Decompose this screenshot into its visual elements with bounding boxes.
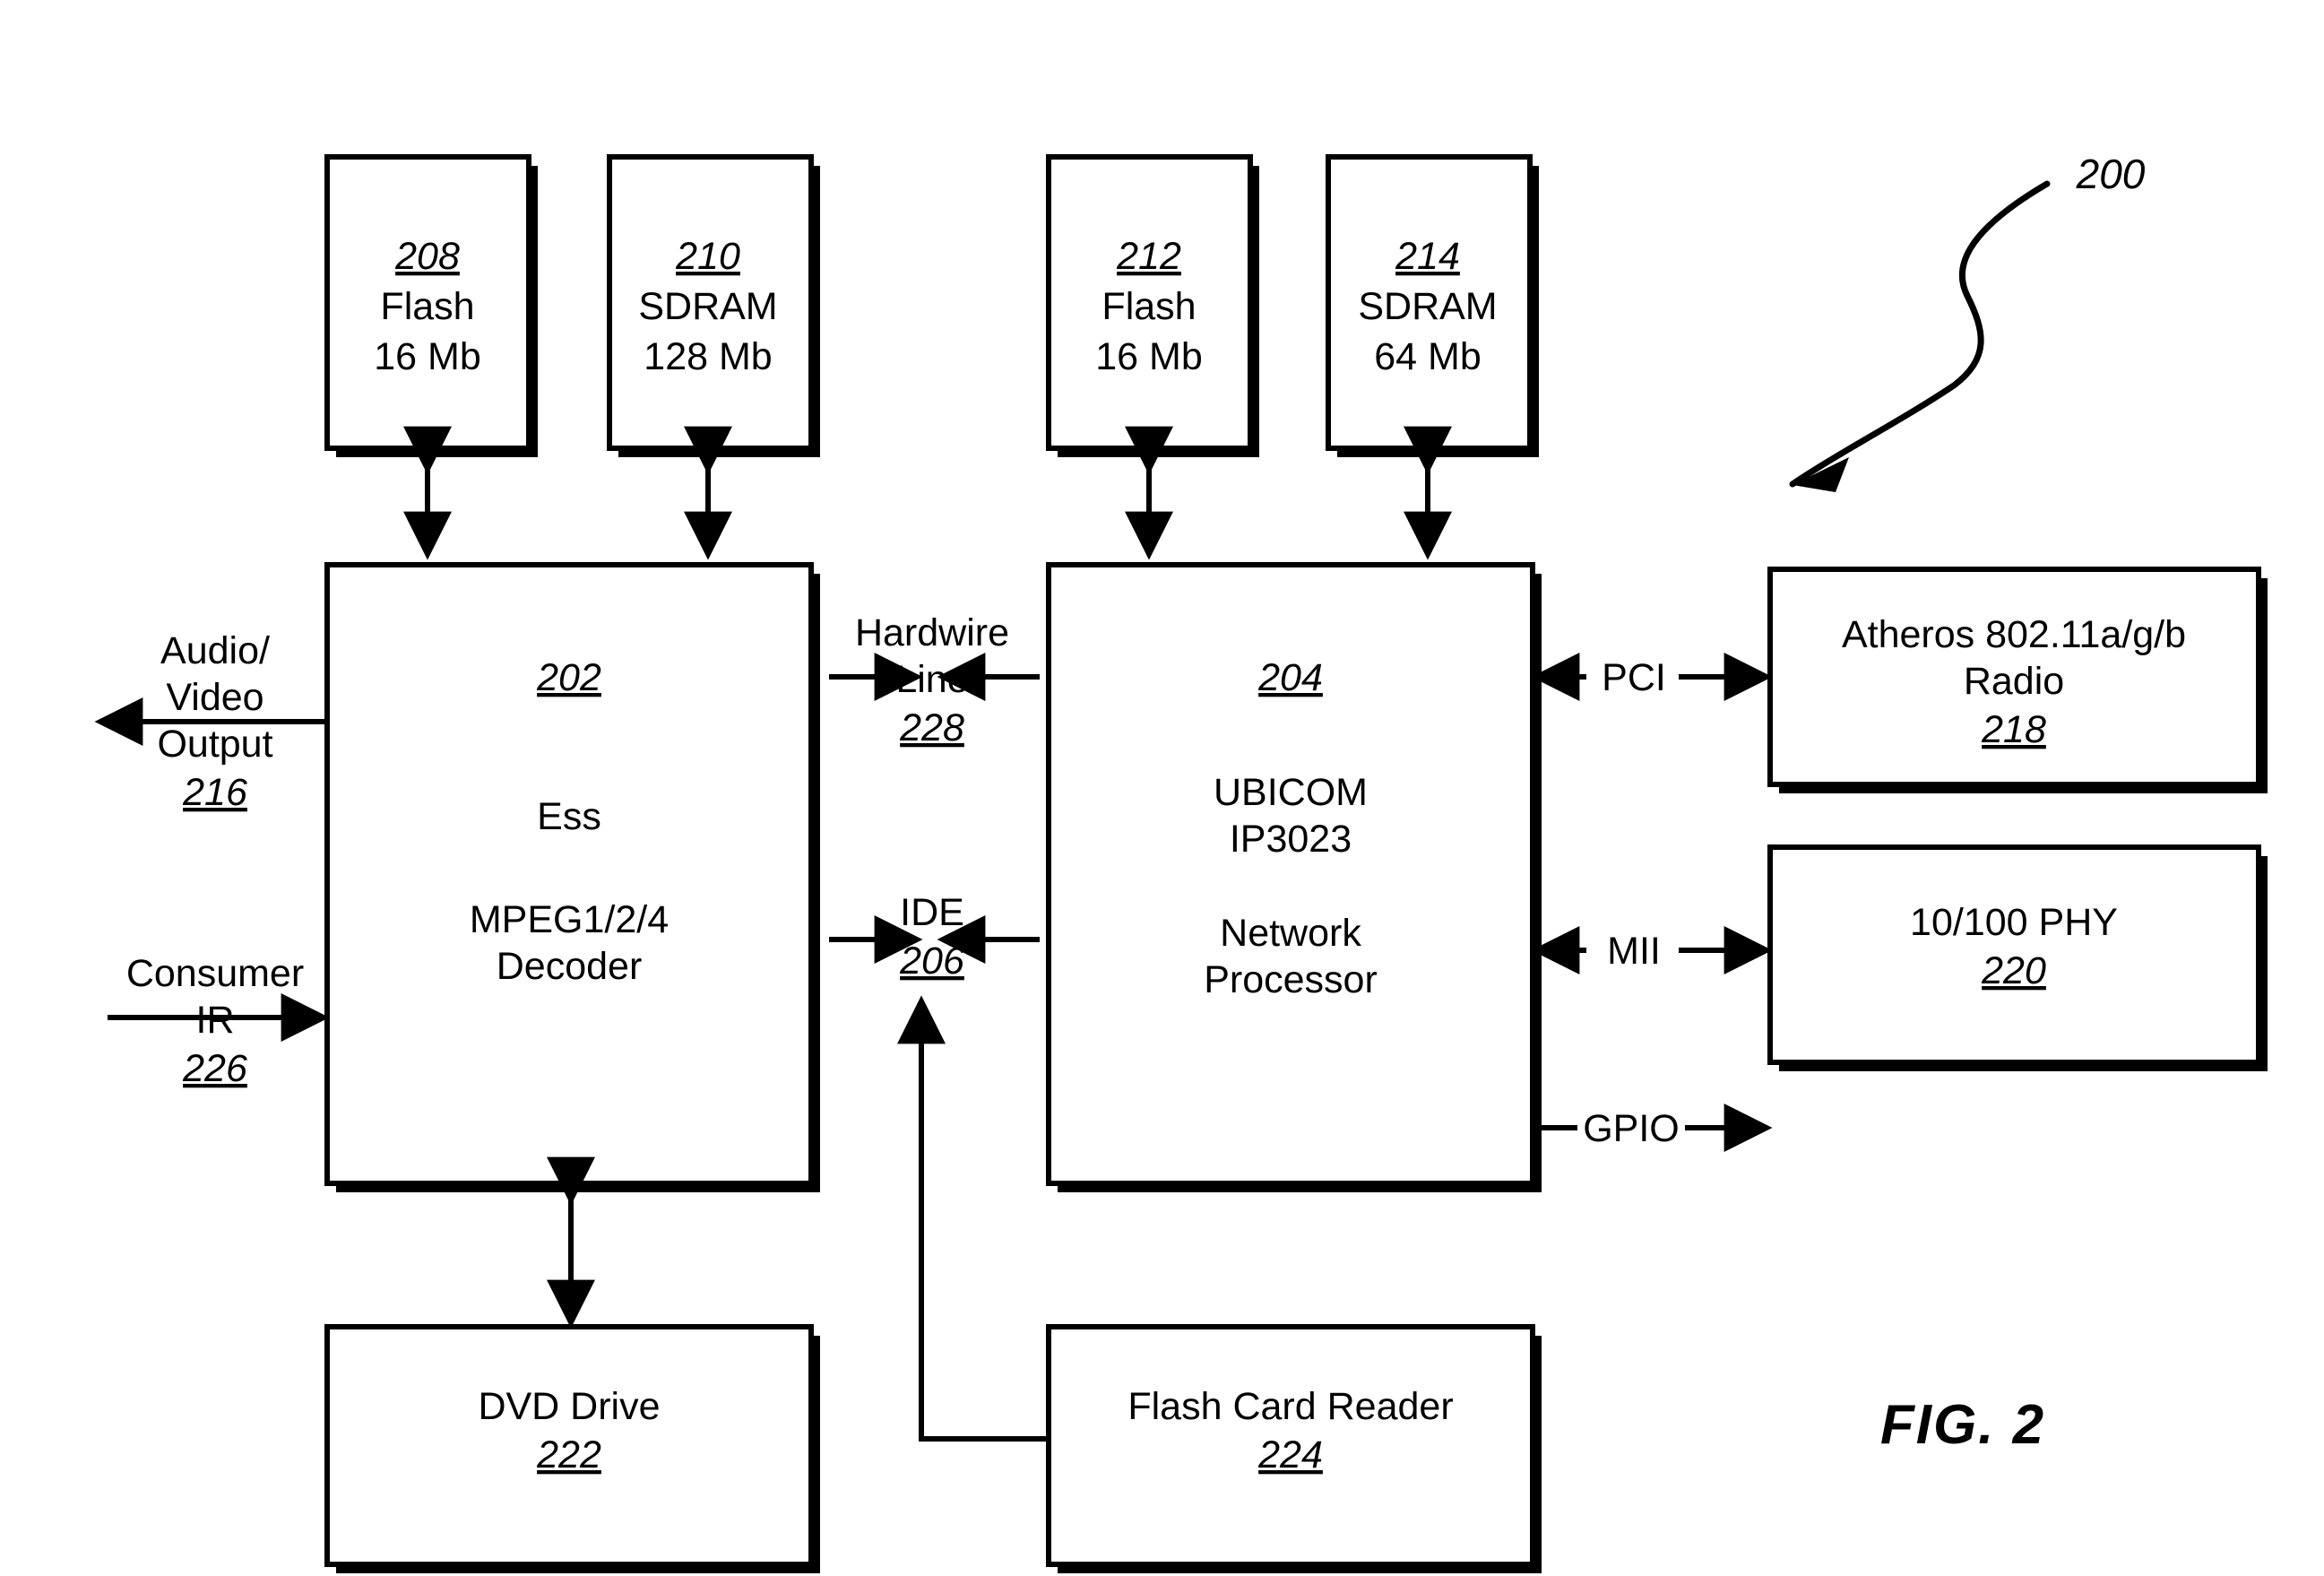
block-radio-ref: 218: [1981, 708, 2046, 751]
figure-system-ref: 200: [2076, 151, 2146, 197]
block-sdram-214-line2: 64 Mb: [1374, 335, 1482, 378]
connector-av-output-ref: 216: [182, 771, 247, 814]
connector-av-output-line1: Audio/: [160, 629, 270, 672]
block-sdram-210-line2: 128 Mb: [644, 335, 772, 378]
block-network-processor-line3: Network: [1220, 912, 1361, 955]
connector-mii-label: MII: [1607, 930, 1661, 973]
block-diagram-svg: 208 Flash 16 Mb 210 SDRAM 128 Mb 212 Fla…: [94, 151, 2268, 1573]
connector-consumer-ir-line2: IR: [196, 999, 235, 1042]
connector-pci-label: PCI: [1602, 656, 1666, 699]
block-network-processor-ref: 204: [1257, 656, 1323, 699]
block-flash-208-ref: 208: [394, 235, 460, 278]
connector-ide-ref: 206: [899, 940, 964, 983]
block-radio-line1: Atheros 802.11a/g/b: [1842, 613, 2186, 656]
block-flash-212-ref: 212: [1116, 235, 1181, 278]
block-network-processor-line4: Processor: [1204, 958, 1378, 1001]
connector-av-output-line3: Output: [157, 723, 272, 766]
block-dvd-ref: 222: [536, 1433, 601, 1476]
figure-label: FIG. 2: [1880, 1394, 2045, 1456]
block-phy-line1: 10/100 PHY: [1910, 901, 2118, 944]
patent-figure-page: 208 Flash 16 Mb 210 SDRAM 128 Mb 212 Fla…: [0, 0, 2324, 1576]
block-network-processor-line2: IP3023: [1230, 818, 1352, 861]
block-flash-208-line2: 16 Mb: [374, 335, 481, 378]
block-sdram-214-line1: SDRAM: [1358, 285, 1497, 328]
block-radio-line2: Radio: [1964, 660, 2064, 703]
block-card-reader-ref: 224: [1257, 1433, 1323, 1476]
connector-gpio-label: GPIO: [1583, 1107, 1680, 1150]
leader-line-200: [1789, 180, 2051, 492]
connector-consumer-ir-line1: Consumer: [126, 952, 304, 995]
block-decoder-line2: MPEG1/2/4: [470, 898, 669, 941]
block-flash-208-line1: Flash: [380, 285, 474, 328]
connector-av-output-line2: Video: [166, 676, 264, 719]
connector-hardwire-line2: Line: [895, 658, 968, 701]
connector-hardwire-line1: Hardwire: [855, 611, 1009, 654]
connector-ide-line1: IDE: [900, 891, 964, 934]
block-decoder-line3: Decoder: [497, 945, 643, 988]
block-sdram-214-ref: 214: [1395, 235, 1460, 278]
block-network-processor-line1: UBICOM: [1214, 771, 1368, 814]
block-card-reader-line1: Flash Card Reader: [1127, 1385, 1453, 1428]
connector-hardwire-ref: 228: [899, 706, 964, 749]
block-dvd-line1: DVD Drive: [478, 1385, 660, 1428]
connector-card-reader-to-ide: [897, 995, 1049, 1442]
block-sdram-210-ref: 210: [675, 235, 740, 278]
block-flash-212-line2: 16 Mb: [1095, 335, 1203, 378]
connector-consumer-ir-ref: 226: [182, 1047, 247, 1090]
block-decoder-line1: Ess: [537, 795, 601, 838]
block-phy-ref: 220: [1981, 949, 2046, 992]
block-flash-212-line1: Flash: [1102, 285, 1196, 328]
block-sdram-210-line1: SDRAM: [638, 285, 777, 328]
block-decoder-ref: 202: [536, 656, 601, 699]
